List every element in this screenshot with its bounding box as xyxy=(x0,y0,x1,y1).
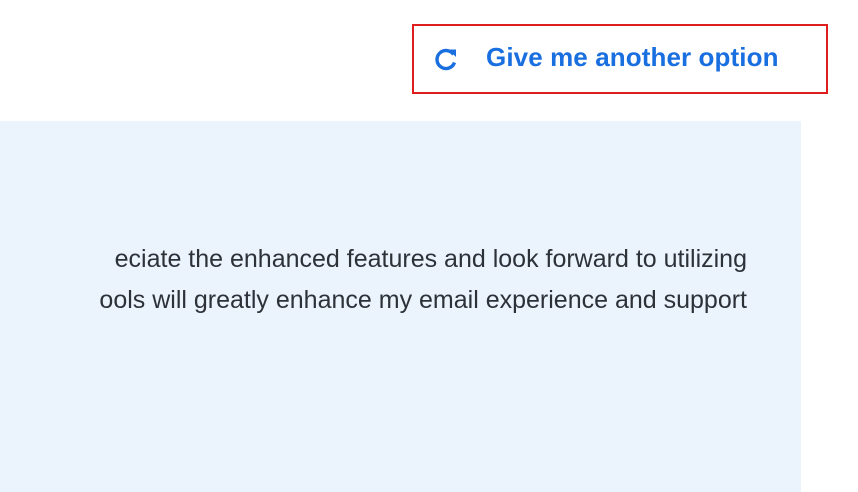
response-line-1: eciate the enhanced features and look fo… xyxy=(114,245,747,273)
page: Give me another option eciate the enhanc… xyxy=(0,0,858,492)
response-text: eciate the enhanced features and look fo… xyxy=(0,239,747,321)
response-line-2: ools will greatly enhance my email exper… xyxy=(99,286,747,314)
response-panel: eciate the enhanced features and look fo… xyxy=(0,121,801,492)
give-another-option-label: Give me another option xyxy=(486,42,779,72)
refresh-icon xyxy=(432,45,460,73)
give-another-option-button[interactable]: Give me another option xyxy=(414,26,826,92)
